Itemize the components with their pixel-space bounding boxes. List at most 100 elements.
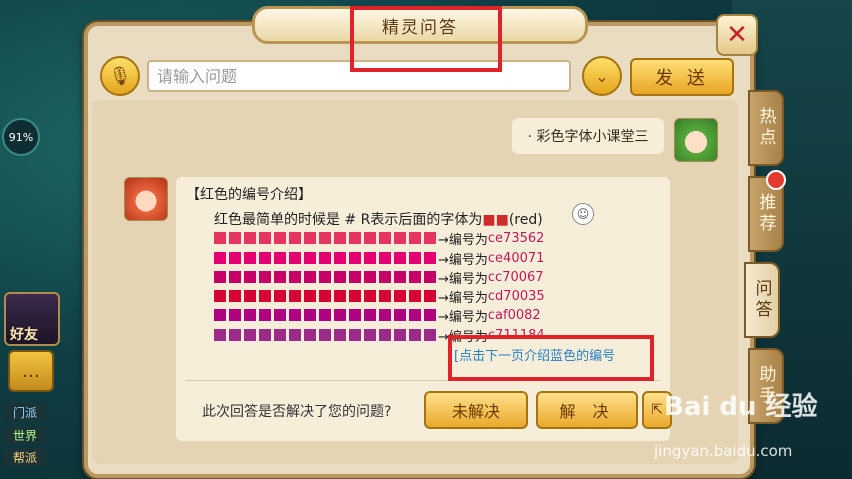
color-swatch	[244, 271, 256, 283]
color-swatch	[214, 232, 226, 244]
send-button[interactable]: 发 送	[630, 58, 734, 96]
color-swatches	[214, 290, 436, 302]
color-swatch	[364, 329, 376, 341]
microphone-button[interactable]: 🎙	[100, 56, 140, 96]
color-swatch	[259, 309, 271, 321]
color-swatch	[319, 329, 331, 341]
color-swatch	[409, 329, 421, 341]
notification-badge	[766, 170, 786, 190]
color-swatch	[394, 290, 406, 302]
color-swatch	[229, 252, 241, 264]
color-swatch	[424, 232, 436, 244]
close-icon: ✕	[726, 20, 748, 50]
color-swatch	[289, 252, 301, 264]
bot-message-title: 【红色的编号介绍】	[186, 187, 312, 203]
watermark-logo: Bai du 经验	[664, 392, 818, 422]
color-code-value: cc70067	[487, 269, 544, 285]
color-swatch	[289, 271, 301, 283]
color-swatch	[394, 232, 406, 244]
color-swatch	[319, 232, 331, 244]
color-code-row: →编号为 ce73562	[214, 229, 545, 248]
color-swatch	[259, 290, 271, 302]
dropdown-button[interactable]: ⌄	[582, 56, 622, 96]
color-swatch	[244, 232, 256, 244]
color-swatch	[274, 329, 286, 341]
solved-question: 此次回答是否解决了您的问题?	[202, 404, 392, 420]
color-swatch	[409, 290, 421, 302]
color-swatch	[229, 309, 241, 321]
color-code-row: →编号为 cd70035	[214, 287, 545, 306]
color-swatch	[229, 329, 241, 341]
microphone-icon: 🎙	[108, 65, 132, 87]
bot-intro-suffix: (red)	[508, 212, 543, 228]
color-swatch	[214, 329, 226, 341]
tab-qa[interactable]: 问答	[744, 262, 780, 338]
color-code-value: cd70035	[487, 288, 545, 304]
color-swatch	[409, 252, 421, 264]
color-swatch	[214, 252, 226, 264]
color-swatch	[409, 232, 421, 244]
color-swatch	[214, 290, 226, 302]
user-message: · 彩色字体小课堂三	[512, 118, 664, 154]
color-swatch	[244, 252, 256, 264]
color-code-value: ce40071	[487, 250, 545, 266]
highlight-link	[448, 335, 654, 381]
color-swatch	[304, 290, 316, 302]
color-swatch	[244, 290, 256, 302]
color-swatch	[334, 290, 346, 302]
color-swatch	[229, 232, 241, 244]
color-swatch	[349, 290, 361, 302]
arrow-label: →编号为	[438, 232, 488, 248]
resolved-button[interactable]: 解 决	[536, 391, 638, 429]
color-swatch	[259, 271, 271, 283]
channel-gang[interactable]: 帮派	[4, 448, 46, 466]
color-swatch	[229, 271, 241, 283]
color-swatch	[424, 271, 436, 283]
color-swatch	[364, 309, 376, 321]
color-swatch	[334, 309, 346, 321]
color-swatch	[214, 271, 226, 283]
color-swatch	[394, 309, 406, 321]
color-swatch	[424, 309, 436, 321]
color-code-value: ce73562	[487, 230, 545, 246]
share-icon: ⇱	[651, 402, 663, 418]
watermark-url: jingyan.baidu.com	[654, 442, 793, 460]
color-swatch	[334, 271, 346, 283]
chat-icon[interactable]: …	[8, 350, 54, 392]
color-code-row: →编号为 caf0082	[214, 306, 541, 325]
color-swatch	[349, 329, 361, 341]
color-swatch	[409, 271, 421, 283]
unresolved-button[interactable]: 未解决	[424, 391, 528, 429]
color-swatch	[289, 329, 301, 341]
channel-sect[interactable]: 门派	[4, 403, 46, 421]
color-swatch	[349, 232, 361, 244]
color-swatch	[259, 329, 271, 341]
color-swatch	[379, 329, 391, 341]
color-swatch	[424, 329, 436, 341]
close-button[interactable]: ✕	[716, 14, 758, 56]
color-swatch	[229, 290, 241, 302]
color-swatches	[214, 252, 436, 264]
color-swatch	[334, 252, 346, 264]
tab-hot[interactable]: 热点	[748, 90, 784, 166]
red-squares: ■■	[482, 212, 509, 228]
color-swatch	[259, 232, 271, 244]
color-swatch	[274, 252, 286, 264]
color-swatch	[289, 290, 301, 302]
chevron-down-icon: ⌄	[595, 66, 609, 86]
color-swatch	[304, 232, 316, 244]
color-swatches	[214, 309, 436, 321]
color-swatch	[394, 329, 406, 341]
color-swatch	[274, 290, 286, 302]
color-swatch	[394, 271, 406, 283]
progress-indicator: 91%	[2, 118, 40, 156]
color-swatch	[379, 252, 391, 264]
color-swatch	[349, 271, 361, 283]
color-swatch	[304, 252, 316, 264]
channel-world[interactable]: 世界	[4, 426, 46, 444]
color-swatch	[394, 252, 406, 264]
color-swatch	[379, 232, 391, 244]
arrow-label: →编号为	[438, 309, 488, 325]
arrow-label: →编号为	[438, 252, 488, 268]
color-swatch	[379, 271, 391, 283]
